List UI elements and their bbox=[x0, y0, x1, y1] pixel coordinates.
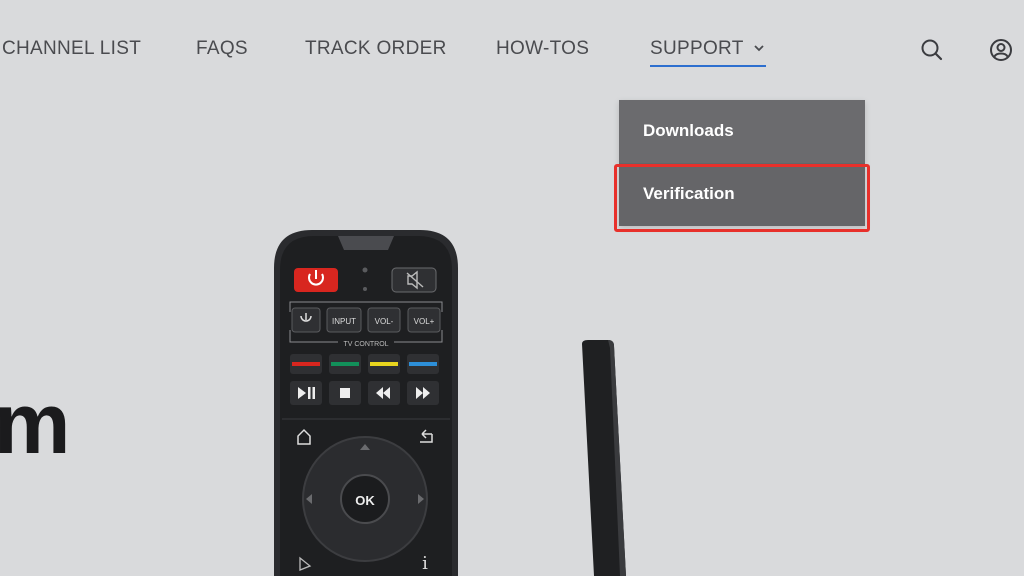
nav-track-order[interactable]: TRACK ORDER bbox=[305, 38, 447, 60]
nav-faqs[interactable]: FAQS bbox=[196, 38, 248, 60]
account-icon[interactable] bbox=[989, 38, 1013, 62]
menu-item-downloads-label: Downloads bbox=[643, 121, 734, 140]
input-button-label: INPUT bbox=[332, 317, 356, 326]
remote-control-image: INPUT VOL- VOL+ TV CONTROL OK i bbox=[274, 230, 458, 576]
active-underline bbox=[650, 65, 767, 67]
tv-control-label: TV CONTROL bbox=[343, 341, 388, 348]
vol-up-label: VOL+ bbox=[414, 317, 435, 326]
stop-icon bbox=[340, 388, 350, 398]
search-icon[interactable] bbox=[920, 38, 944, 62]
nav-channel-list[interactable]: CHANNEL LIST bbox=[2, 38, 141, 60]
menu-item-downloads[interactable]: Downloads bbox=[619, 100, 865, 163]
nav-how-tos[interactable]: HOW-TOS bbox=[496, 38, 589, 60]
menu-item-verification[interactable]: Verification bbox=[619, 163, 865, 226]
chevron-down-icon bbox=[754, 39, 764, 57]
ok-button-label: OK bbox=[355, 493, 375, 508]
menu-item-verification-label: Verification bbox=[643, 184, 735, 203]
nav-support[interactable]: SUPPORT bbox=[650, 38, 767, 67]
support-dropdown-menu: Downloads Verification bbox=[619, 100, 865, 226]
info-button-label: i bbox=[422, 553, 428, 574]
hero-heading-partial: m bbox=[0, 376, 70, 472]
top-navigation: CHANNEL LIST FAQS TRACK ORDER HOW-TOS SU… bbox=[0, 0, 1024, 100]
streaming-stick-image bbox=[582, 340, 626, 576]
nav-support-label: SUPPORT bbox=[650, 38, 744, 59]
vol-down-label: VOL- bbox=[375, 317, 394, 326]
